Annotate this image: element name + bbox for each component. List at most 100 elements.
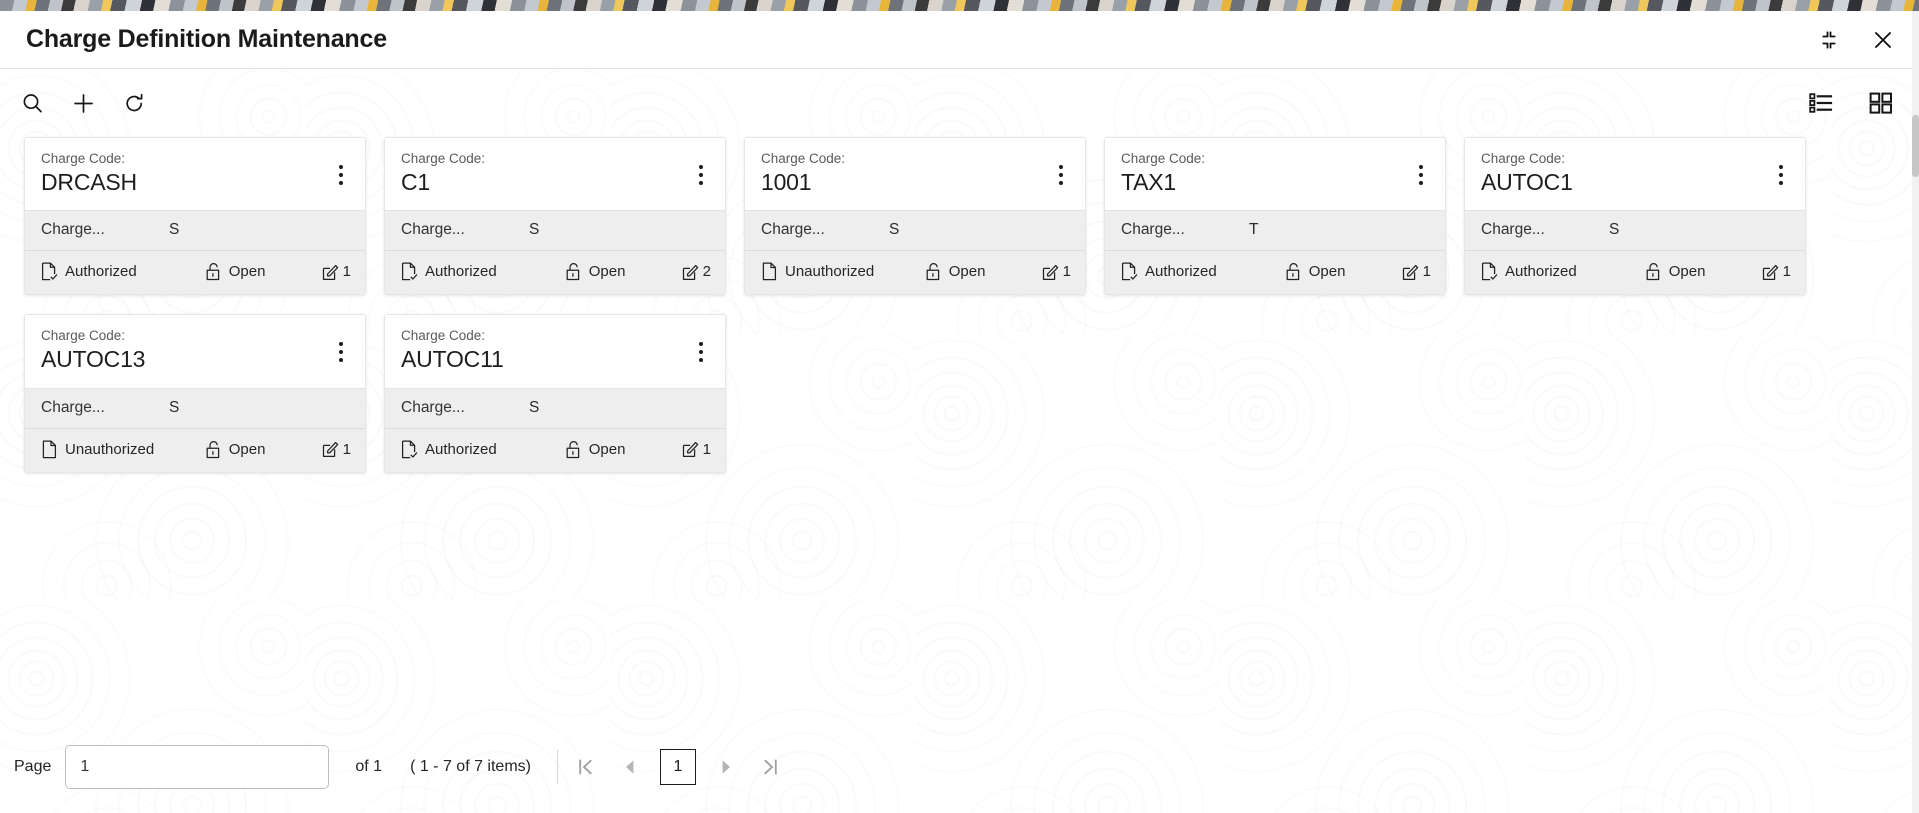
charge-code-label: Charge Code: xyxy=(41,328,349,345)
version-count: 1 xyxy=(1402,263,1431,281)
current-page-button[interactable]: 1 xyxy=(660,749,696,785)
version-count-label: 2 xyxy=(703,263,711,280)
charge-code-label: Charge Code: xyxy=(1121,151,1429,168)
card-attribute-row: Charge...S xyxy=(385,388,725,428)
more-options-icon[interactable] xyxy=(1769,160,1793,190)
attribute-value: S xyxy=(169,399,179,417)
next-page-icon[interactable] xyxy=(704,745,748,789)
attribute-value: S xyxy=(529,399,539,417)
page-input[interactable] xyxy=(65,745,329,789)
more-options-icon[interactable] xyxy=(1049,160,1073,190)
version-count: 1 xyxy=(682,440,711,458)
edit-square-icon xyxy=(1762,263,1779,281)
window-controls xyxy=(1815,26,1897,54)
authorization-status: Authorized xyxy=(1481,262,1645,281)
version-count-label: 1 xyxy=(1063,263,1071,280)
total-pages-text: of 1 xyxy=(355,758,382,776)
card-attribute-row: Charge...S xyxy=(25,210,365,250)
charge-code-label: Charge Code: xyxy=(1481,151,1789,168)
version-count-label: 1 xyxy=(343,441,351,458)
authorization-status: Authorized xyxy=(401,440,565,459)
charge-card[interactable]: Charge Code:TAX1Charge...TAuthorizedOpen… xyxy=(1104,137,1446,295)
document-check-icon xyxy=(401,262,418,281)
card-header: Charge Code:DRCASH xyxy=(25,138,365,210)
charge-code-label: Charge Code: xyxy=(761,151,1069,168)
attribute-label: Charge... xyxy=(1121,221,1249,239)
more-options-icon[interactable] xyxy=(689,337,713,367)
version-count: 1 xyxy=(1042,263,1071,281)
unlock-icon xyxy=(205,262,222,281)
close-icon[interactable] xyxy=(1869,26,1897,54)
attribute-label: Charge... xyxy=(401,221,529,239)
refresh-icon[interactable] xyxy=(118,87,150,119)
charge-code-value: 1001 xyxy=(761,169,1069,197)
card-attribute-row: Charge...S xyxy=(1465,210,1805,250)
card-header: Charge Code:1001 xyxy=(745,138,1085,210)
more-options-icon[interactable] xyxy=(1409,160,1433,190)
decorative-banner-strip xyxy=(0,0,1919,11)
authorization-status: Unauthorized xyxy=(41,440,205,459)
list-view-icon[interactable] xyxy=(1805,87,1837,119)
version-count-label: 1 xyxy=(343,263,351,280)
charge-card[interactable]: Charge Code:AUTOC11 Charge...S Authorized O… xyxy=(384,314,726,472)
charge-code-value: AUTOC1 xyxy=(1481,169,1789,197)
charge-card[interactable]: Charge Code:AUTOC13Charge...SUnauthorize… xyxy=(24,314,366,472)
attribute-label: Charge... xyxy=(761,221,889,239)
charge-card-grid: Charge Code:DRCASHCharge...SAuthorizedOp… xyxy=(0,137,1919,665)
pagination-bar: Page of 1 ( 1 - 7 of 7 items) 1 xyxy=(0,721,1919,813)
record-lock-status: Open xyxy=(205,262,322,281)
record-lock-label: Open xyxy=(949,263,986,280)
card-attribute-row: Charge...T xyxy=(1105,210,1445,250)
card-status-row: Unauthorized Open 1 xyxy=(745,250,1085,294)
edit-square-icon xyxy=(322,263,339,281)
card-header: Charge Code:C1 xyxy=(385,138,725,210)
plus-icon[interactable] xyxy=(67,87,99,119)
page-scrollbar[interactable] xyxy=(1912,11,1919,813)
record-lock-status: Open xyxy=(925,262,1042,281)
card-header: Charge Code:TAX1 xyxy=(1105,138,1445,210)
attribute-value: S xyxy=(169,221,179,239)
attribute-value: T xyxy=(1249,221,1258,239)
authorization-status: Authorized xyxy=(1121,262,1285,281)
previous-page-icon[interactable] xyxy=(608,745,652,789)
scrollbar-thumb[interactable] xyxy=(1912,115,1919,177)
charge-card[interactable]: Charge Code:C1Charge...SAuthorizedOpen2 xyxy=(384,137,726,295)
charge-card[interactable]: Charge Code:AUTOC1Charge...SAuthorizedOp… xyxy=(1464,137,1806,295)
more-options-icon[interactable] xyxy=(689,160,713,190)
charge-code-label: Charge Code: xyxy=(401,328,709,345)
search-icon[interactable] xyxy=(16,87,48,119)
unlock-icon xyxy=(1645,262,1662,281)
charge-code-label: Charge Code: xyxy=(41,151,349,168)
last-page-icon[interactable] xyxy=(748,745,792,789)
authorization-status: Authorized xyxy=(401,262,565,281)
view-mode-toggles xyxy=(1805,87,1897,119)
authorization-status-label: Authorized xyxy=(65,263,137,280)
charge-card[interactable]: Charge Code:1001 Charge...S Unauthorized Op… xyxy=(744,137,1086,295)
items-range-text: ( 1 - 7 of 7 items) xyxy=(410,758,531,776)
more-options-icon[interactable] xyxy=(329,337,353,367)
charge-code-value: AUTOC11 xyxy=(401,346,709,374)
charge-card[interactable]: Charge Code:DRCASHCharge...S Authorized Op… xyxy=(24,137,366,295)
charge-code-value: C1 xyxy=(401,169,709,197)
version-count-label: 1 xyxy=(1783,263,1791,280)
authorization-status: Unauthorized xyxy=(761,262,925,281)
collapse-corners-icon[interactable] xyxy=(1815,26,1843,54)
authorization-status-label: Unauthorized xyxy=(65,441,154,458)
edit-square-icon xyxy=(322,440,339,458)
grid-view-icon[interactable] xyxy=(1865,87,1897,119)
authorization-status-label: Unauthorized xyxy=(785,263,874,280)
record-lock-label: Open xyxy=(589,441,626,458)
document-check-icon xyxy=(41,262,58,281)
modal-title-bar: Charge Definition Maintenance xyxy=(0,11,1919,69)
unlock-icon xyxy=(565,440,582,459)
card-status-row: Authorized Open 1 xyxy=(25,250,365,294)
more-options-icon[interactable] xyxy=(329,160,353,190)
first-page-icon[interactable] xyxy=(564,745,608,789)
authorization-status: Authorized xyxy=(41,262,205,281)
authorization-status-label: Authorized xyxy=(1505,263,1577,280)
unlock-icon xyxy=(925,262,942,281)
card-status-row: UnauthorizedOpen1 xyxy=(25,428,365,472)
authorization-status-label: Authorized xyxy=(425,441,497,458)
document-icon xyxy=(41,440,58,459)
attribute-value: S xyxy=(889,221,899,239)
